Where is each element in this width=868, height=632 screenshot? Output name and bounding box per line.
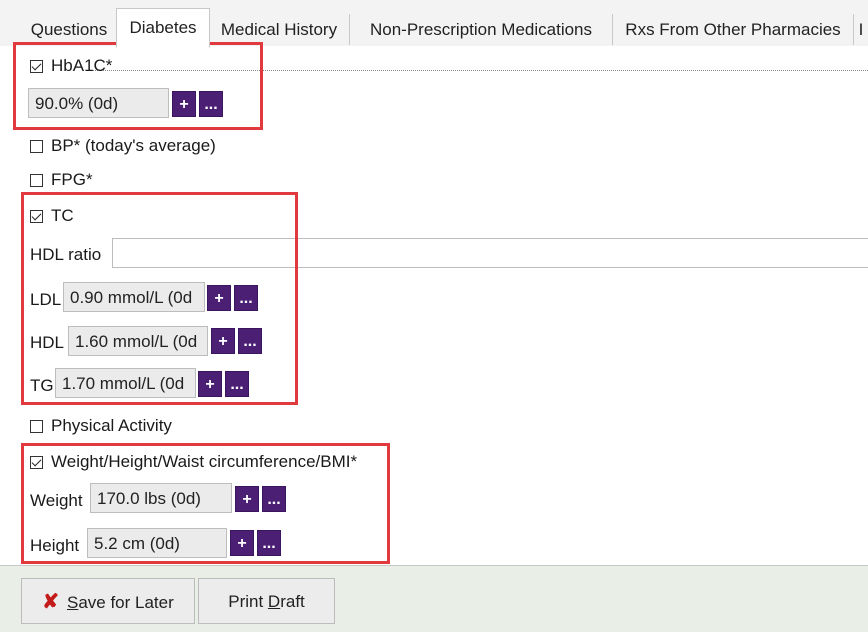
ldl-add-button[interactable]: +	[207, 285, 231, 311]
height-value-field[interactable]: 5.2 cm (0d)	[87, 528, 227, 558]
tab-bar: Questions Diabetes Medical History Non-P…	[0, 8, 868, 48]
save-label-accel: S	[66, 593, 79, 612]
physical-activity-label: Physical Activity	[51, 416, 172, 435]
hdl-ratio-input[interactable]	[112, 238, 868, 268]
hba1c-value-field[interactable]: 90.0% (0d)	[28, 88, 169, 118]
tg-label: TG	[30, 376, 54, 395]
print-label-prefix: Print	[228, 592, 268, 611]
tg-add-button[interactable]: +	[198, 371, 222, 397]
tab-medical-history[interactable]: Medical History	[209, 14, 350, 45]
physical-activity-row: Physical Activity	[30, 416, 172, 436]
hdl-value-field[interactable]: 1.60 mmol/L (0d	[68, 326, 208, 356]
hdl-ratio-label: HDL ratio	[30, 245, 102, 264]
hdl-add-button[interactable]: +	[211, 328, 235, 354]
tab-diabetes[interactable]: Diabetes	[116, 8, 210, 48]
fpg-label: FPG*	[51, 170, 93, 189]
tab-overflow[interactable]: I	[854, 14, 868, 45]
weight-height-label: Weight/Height/Waist circumference/BMI*	[51, 452, 358, 471]
weight-label: Weight	[30, 491, 83, 510]
tg-more-button[interactable]: ...	[225, 371, 249, 397]
weight-more-button[interactable]: ...	[262, 486, 286, 512]
tab-rxs-from-other-pharmacies[interactable]: Rxs From Other Pharmacies	[613, 14, 854, 45]
tc-checkbox[interactable]	[30, 209, 43, 223]
hba1c-checkbox[interactable]	[30, 59, 43, 73]
save-for-later-button[interactable]: ✘ Save for Later	[21, 578, 195, 624]
bp-row: BP* (today's average)	[30, 136, 216, 156]
tc-label: TC	[51, 206, 74, 225]
physical-activity-checkbox[interactable]	[30, 419, 43, 433]
print-label-rest: raft	[280, 592, 305, 611]
tc-row: TC	[30, 206, 74, 226]
ldl-more-button[interactable]: ...	[234, 285, 258, 311]
height-add-button[interactable]: +	[230, 530, 254, 556]
weight-height-row: Weight/Height/Waist circumference/BMI*	[30, 452, 357, 472]
hdl-label: HDL	[30, 333, 65, 352]
tab-non-prescription-medications[interactable]: Non-Prescription Medications	[350, 14, 613, 45]
fpg-row: FPG*	[30, 170, 93, 190]
print-label-accel: D	[267, 592, 281, 611]
ldl-label: LDL	[30, 290, 62, 309]
print-draft-button[interactable]: Print Draft	[198, 578, 335, 624]
hba1c-more-button[interactable]: ...	[199, 91, 223, 117]
hba1c-add-button[interactable]: +	[172, 91, 196, 117]
hba1c-row: HbA1C*	[30, 56, 112, 76]
hdl-more-button[interactable]: ...	[238, 328, 262, 354]
height-label: Height	[30, 536, 80, 555]
diabetes-panel: HbA1C* 90.0% (0d) + ... BP* (today's ave…	[0, 46, 868, 565]
bp-checkbox[interactable]	[30, 139, 43, 153]
hba1c-label: HbA1C*	[51, 56, 113, 75]
footer-bar: ✘ Save for Later Print Draft	[0, 565, 868, 632]
ldl-value-field[interactable]: 0.90 mmol/L (0d	[63, 282, 205, 312]
focus-outline	[92, 70, 868, 71]
bp-label: BP* (today's average)	[51, 136, 216, 155]
weight-value-field[interactable]: 170.0 lbs (0d)	[90, 483, 232, 513]
weight-add-button[interactable]: +	[235, 486, 259, 512]
close-x-icon: ✘	[42, 591, 59, 613]
tg-value-field[interactable]: 1.70 mmol/L (0d	[55, 368, 196, 398]
fpg-checkbox[interactable]	[30, 173, 43, 187]
tab-questions[interactable]: Questions	[22, 14, 117, 45]
height-more-button[interactable]: ...	[257, 530, 281, 556]
weight-height-checkbox[interactable]	[30, 455, 43, 469]
save-label-rest: ave for Later	[78, 593, 174, 612]
